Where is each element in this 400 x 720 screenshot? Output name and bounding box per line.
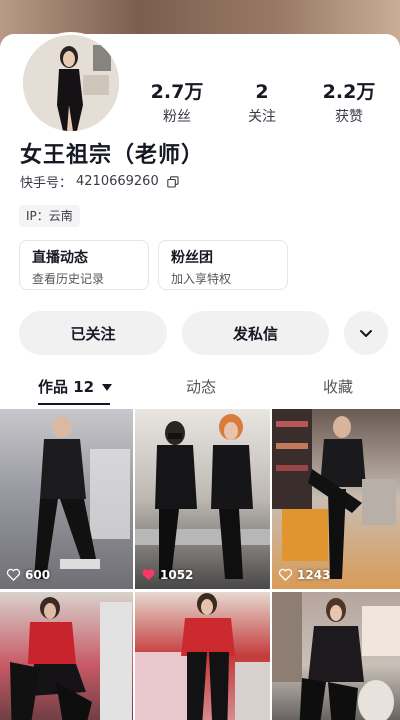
heart-filled-icon (142, 569, 155, 581)
stat-fans-label: 粉丝 (163, 109, 191, 125)
profile-name: 女王祖宗（老师） (20, 143, 205, 168)
heart-outline-icon (278, 568, 293, 582)
stat-fans[interactable]: 2.7万 粉丝 (137, 80, 217, 126)
copy-icon[interactable] (166, 175, 179, 188)
kuaishou-id-label: 快手号： (20, 176, 73, 191)
caret-down-icon (102, 383, 113, 391)
avatar[interactable] (20, 32, 122, 134)
stat-following-value: 2 (255, 81, 269, 103)
like-count-value: 600 (25, 567, 51, 582)
stat-following[interactable]: 2 关注 (222, 80, 302, 126)
ip-location-tag: IP：云南 (19, 205, 80, 227)
stat-following-label: 关注 (248, 109, 276, 125)
video-thumbnail-image (272, 409, 396, 579)
like-count: 600 (6, 567, 50, 582)
video-thumbnail-image (135, 414, 270, 579)
video-thumbnail-image (34, 416, 130, 579)
like-count-value: 1052 (160, 567, 194, 582)
video-thumbnail[interactable] (135, 592, 270, 720)
avatar-figure (23, 35, 119, 131)
fan-club-card[interactable]: 粉丝团 加入享特权 (158, 240, 288, 290)
live-history-title: 直播动态 (32, 250, 88, 266)
video-thumbnail[interactable] (0, 592, 133, 720)
kuaishou-id-value: 4210669260 (76, 174, 159, 189)
followed-button[interactable]: 已关注 (19, 311, 167, 355)
video-thumbnail-image (135, 593, 270, 720)
fan-club-title: 粉丝团 (171, 250, 213, 266)
tab-favorites[interactable]: 收藏 (323, 376, 353, 397)
video-thumbnail[interactable]: 1243 (272, 409, 400, 589)
tab-moments[interactable]: 动态 (186, 376, 216, 397)
tab-works-label: 作品 12 (38, 378, 95, 396)
profile-sheet: 2.7万 粉丝 2 关注 2.2万 获赞 女王祖宗（老师） 快手号： 42106… (0, 32, 400, 720)
stat-fans-value: 2.7万 (150, 81, 204, 103)
fan-club-subtitle: 加入享特权 (171, 272, 232, 286)
live-history-subtitle: 查看历史记录 (32, 272, 105, 286)
heart-outline-icon (6, 568, 21, 582)
video-thumbnail[interactable]: 1052 (135, 409, 270, 589)
tab-works[interactable]: 作品 12 (38, 376, 113, 397)
stat-likes[interactable]: 2.2万 获赞 (309, 80, 389, 126)
chevron-down-icon (360, 330, 372, 337)
stat-likes-label: 获赞 (335, 109, 363, 125)
video-thumbnail-image (10, 597, 132, 720)
send-message-button[interactable]: 发私信 (182, 311, 329, 355)
like-count: 1243 (278, 567, 330, 582)
stat-likes-value: 2.2万 (322, 81, 376, 103)
like-count-value: 1243 (297, 567, 331, 582)
video-thumbnail-image (272, 592, 400, 720)
video-thumbnail[interactable] (272, 592, 400, 720)
like-count: 1052 (141, 567, 193, 582)
video-grid: 600 1052 1243 (0, 409, 400, 720)
kuaishou-id-row: 快手号： 4210669260 (20, 172, 179, 191)
video-thumbnail[interactable]: 600 (0, 409, 133, 589)
active-tab-indicator (38, 403, 110, 405)
more-options-button[interactable] (344, 311, 388, 355)
live-history-card[interactable]: 直播动态 查看历史记录 (19, 240, 149, 290)
